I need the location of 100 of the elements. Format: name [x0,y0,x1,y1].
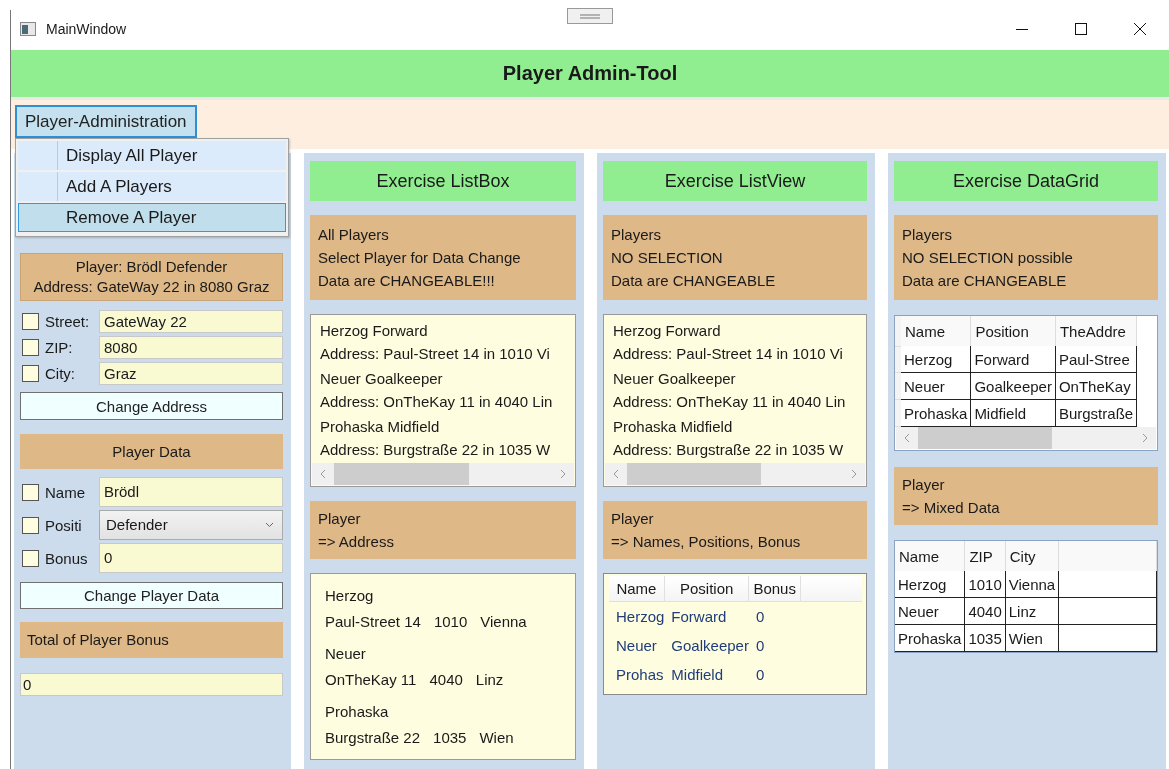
table-cell[interactable]: Midfield [970,399,1056,427]
list-item-text[interactable]: Address: Paul-Street 14 in 1010 Vi [320,342,550,365]
change-player-data-button[interactable]: Change Player Data [20,582,283,609]
input-field[interactable]: 8080 [99,336,283,359]
table-cell[interactable]: Prohaska [901,399,971,427]
input-field[interactable]: Graz [99,362,283,385]
column-header[interactable]: ZIP [964,541,1006,571]
info-text: Player [611,509,655,529]
checkbox[interactable] [22,339,39,356]
menu-entry[interactable]: Remove A Player [18,203,286,232]
chevron-left-icon[interactable] [904,433,910,443]
city-text: Wien [479,728,514,748]
table-cell[interactable]: Paul-Stree [1055,346,1137,373]
list-item-text[interactable]: Prohaska [325,699,575,725]
table-cell[interactable]: Forward [970,346,1056,373]
zip-text: 1035 [433,728,467,748]
table-cell: 0 [748,601,801,631]
table-cell-text: 0 [754,665,766,685]
total-field[interactable]: 0 [20,673,283,696]
list-item-text[interactable]: Prohaska Midfield [613,415,733,438]
table-cell[interactable]: 4040 [964,597,1006,625]
list-item-text[interactable]: Neuer Goalkeeper [613,367,736,390]
list-item-text[interactable]: Herzog Forward [320,319,428,342]
list-item-text[interactable]: Prohaska Midfield [320,415,440,438]
table-cell-text: Midfield [670,665,725,685]
info-text: Data are CHANGEABLE!!! [318,271,496,291]
table-cell[interactable]: Neuer [895,597,965,625]
info-text: All Players [318,225,390,245]
table-cell[interactable]: OnTheKay [1055,372,1137,400]
list-item-text[interactable]: Address: Burgstraße 22 in 1035 W [320,438,551,461]
table-cell[interactable]: Neuer [901,372,971,400]
close-icon [1133,23,1146,35]
list-item-text[interactable]: Address: OnTheKay 11 in 4040 Lin [613,390,846,413]
table-cell[interactable]: Wien [1005,624,1059,652]
list-box[interactable]: Herzog Forward Address: Paul-Street 14 in 1010 Vi Neuer Goalkeeper Address: OnTheKay 11 in 4040 Lin Prohaska Midfield Address: Burgstraße 22 in 1035 W [603,314,867,487]
column-header[interactable]: Name [609,576,665,602]
chevron-right-icon[interactable] [1142,433,1148,443]
column-header[interactable]: Position [970,316,1056,346]
table-cell[interactable]: Goalkeeper [970,372,1056,400]
horizontal-scrollbar[interactable] [312,463,574,485]
input-field[interactable]: 0 [99,543,283,573]
list-box[interactable]: Herzog Forward Address: Paul-Street 14 in 1010 Vi Neuer Goalkeeper Address: OnTheKay 11 in 4040 Lin Prohaska Midfield Address: Burgstraße 22 in 1035 W [310,314,576,487]
data-grid[interactable]: Name ZIP City Herzog 1010 Vienna Neuer 4040 Linz Prohaska 1035 Wien [894,540,1158,653]
column-header[interactable]: Name [895,541,965,571]
city-text: Vienna [480,612,527,632]
table-cell[interactable]: Vienna [1005,571,1059,598]
table-cell-text: Neuer [615,636,658,656]
table-cell[interactable]: Burgstraße [1055,399,1137,427]
list-item-text[interactable]: Neuer [325,641,575,667]
list-item-text[interactable]: Address: Burgstraße 22 in 1035 W [613,438,844,461]
list-item-text[interactable]: Herzog Forward [613,319,721,342]
list-item-text[interactable]: Address: OnTheKay 11 in 4040 Lin [320,390,553,413]
street-text: OnTheKay 11 [325,670,417,690]
table-cell[interactable]: Herzog [895,571,965,598]
menu-entry[interactable]: Add A Players [18,172,286,201]
position-dropdown[interactable]: Defender [99,510,283,540]
list-item-text[interactable]: Neuer Goalkeeper [320,367,443,390]
list-box[interactable]: Herzog Paul-Street 14 1010 Vienna Neuer OnTheKay 11 4040 Linz Prohaska Burgstraße 22 1035 Wien [310,573,576,760]
input-field[interactable]: Brödl [99,477,283,507]
column-header[interactable]: City [1005,541,1059,571]
horizontal-scrollbar[interactable] [605,463,865,485]
info-text: Data are CHANGEABLE [902,271,1068,291]
checkbox[interactable] [22,313,39,330]
horizontal-scrollbar[interactable] [896,427,1156,449]
chevron-left-icon[interactable] [613,469,619,479]
checkbox[interactable] [22,549,39,567]
table-cell[interactable]: 1035 [964,624,1006,652]
field-label: Street: [45,313,91,330]
change-address-button[interactable]: Change Address [20,392,283,420]
column-header[interactable]: Position [664,576,749,602]
table-cell[interactable]: Prohaska [895,624,965,652]
field-label: Bonus [45,549,89,567]
list-item-text[interactable]: Address: Paul-Street 14 in 1010 Vi [613,342,843,365]
menu-entry[interactable]: Display All Player [18,141,286,170]
menu-item[interactable]: Player-Administration [15,105,197,138]
chevron-right-icon[interactable] [560,469,566,479]
grip-handle-icon[interactable] [567,8,613,24]
table-cell[interactable]: Linz [1005,597,1059,625]
column-header[interactable]: TheAddre [1055,316,1137,346]
checkbox[interactable] [22,365,39,382]
field-label: ZIP: [45,339,74,356]
data-grid[interactable]: Name Position TheAddre Herzog Forward Paul-Stree Neuer Goalkeeper OnTheKay Prohaska Midfield Burgstraße [894,315,1158,451]
checkbox[interactable] [22,516,39,534]
scrollbar-thumb[interactable] [627,463,761,485]
chevron-left-icon[interactable] [320,469,326,479]
chevron-right-icon[interactable] [851,469,857,479]
input-field[interactable]: GateWay 22 [99,310,283,333]
scrollbar-thumb[interactable] [918,427,1052,449]
list-item-text[interactable]: Herzog [325,583,575,609]
field-label: Name [45,483,86,501]
table-cell[interactable]: 1010 [964,571,1006,598]
checkbox[interactable] [22,483,39,501]
chevron-down-icon [265,522,274,528]
column-header[interactable]: Name [901,316,971,346]
info-text: Select Player for Data Change [318,248,522,268]
table-cell[interactable]: Herzog [901,346,971,373]
scrollbar-thumb[interactable] [334,463,470,485]
column-header[interactable]: Bonus [748,576,801,602]
info-text: => Mixed Data [902,498,1001,518]
list-view[interactable]: Name Position Bonus Herzog Forward 0 Neuer Goalkeeper 0 Prohas Midfield 0 [603,573,867,695]
